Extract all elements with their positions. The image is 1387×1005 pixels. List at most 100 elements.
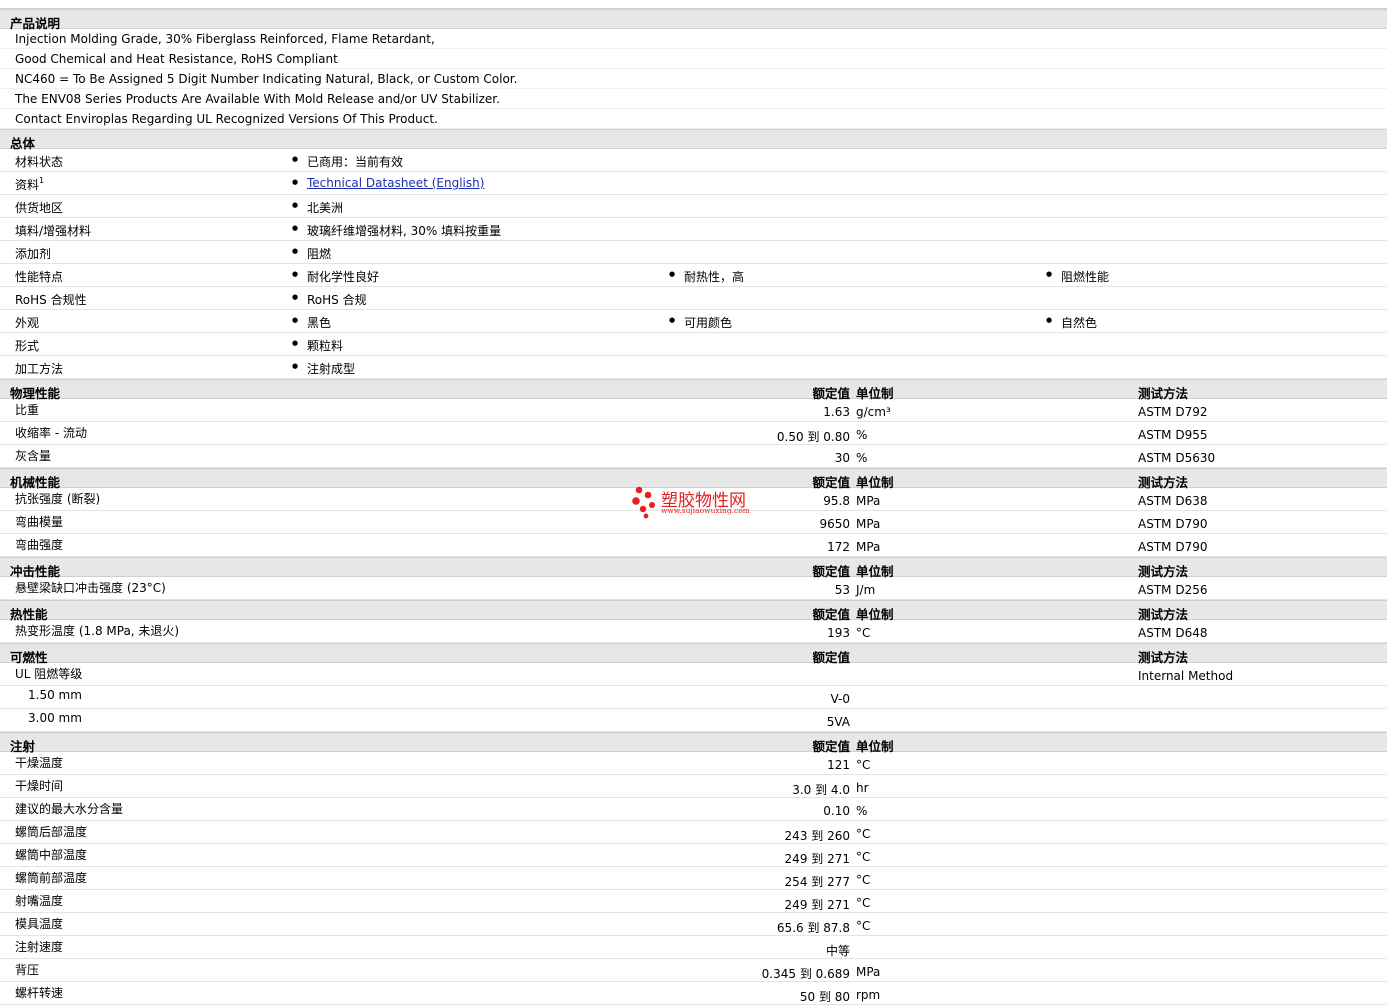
- property-unit: °C: [856, 873, 871, 887]
- general-label: 材料状态: [15, 153, 63, 170]
- general-label: 外观: [15, 314, 39, 331]
- property-unit: °C: [856, 758, 871, 772]
- property-label: 干燥温度: [15, 756, 64, 770]
- property-value: 249 到 271: [784, 898, 850, 912]
- section-header: 物理性能 额定值 单位制 测试方法: [0, 379, 1387, 401]
- property-label: 弯曲强度: [15, 538, 64, 552]
- property-unit: MPa: [856, 540, 881, 554]
- section-header: 注射 额定值 单位制: [0, 732, 1387, 754]
- property-value: V-0: [830, 692, 850, 706]
- general-value-item: 颗粒料: [292, 337, 343, 354]
- property-test-method: ASTM D790: [1138, 517, 1208, 531]
- property-test-method: ASTM D648: [1138, 626, 1208, 640]
- property-unit: %: [856, 428, 868, 442]
- property-row: 收缩率 - 流动 0.50 到 0.80% ASTM D955: [0, 422, 1387, 445]
- property-value: 9650: [819, 517, 850, 531]
- property-value: 1.63: [823, 405, 850, 419]
- property-value: 254 到 277: [784, 875, 850, 889]
- property-row: 比重 1.63 g/cm³ ASTM D792: [0, 399, 1387, 422]
- section-header: 可燃性 额定值 测试方法: [0, 643, 1387, 665]
- property-unit: °C: [856, 850, 871, 864]
- property-unit: rpm: [856, 988, 881, 1002]
- property-value: 50 到 80: [799, 990, 850, 1004]
- general-label-text: 外观: [15, 316, 40, 330]
- property-label: 抗张强度 (断裂): [15, 492, 101, 506]
- property-unit: hr: [856, 781, 869, 795]
- property-value: 243 到 260: [784, 829, 850, 843]
- general-value-item: 耐热性，高: [669, 268, 744, 285]
- general-row: 加工方法 注射成型: [0, 356, 1387, 379]
- property-row: 干燥温度 121 °C: [0, 752, 1387, 775]
- property-row: 干燥时间 3.0 到 4.0 hr: [0, 775, 1387, 798]
- general-label-text: 性能特点: [15, 270, 64, 284]
- general-value-item: 阻燃性能: [1046, 268, 1109, 285]
- watermark-url: www.sujiaowuxing.com: [661, 506, 750, 515]
- general-value-item: 耐化学性良好: [292, 268, 379, 285]
- general-row: 填料/增强材料 玻璃纤维增强材料, 30% 填料按重量: [0, 218, 1387, 241]
- technical-datasheet-link[interactable]: Technical Datasheet (English): [307, 176, 484, 190]
- general-label: 形式: [15, 337, 39, 354]
- property-unit: °C: [856, 827, 871, 841]
- dots-logo-icon: [632, 486, 655, 519]
- property-label: 1.50 mm: [28, 688, 82, 702]
- property-unit: MPa: [856, 517, 881, 531]
- property-test-method: Internal Method: [1138, 669, 1234, 683]
- section-header-general: 总体: [0, 129, 1387, 151]
- property-label: 螺筒中部温度: [15, 848, 88, 862]
- property-value: 0.10: [823, 804, 850, 818]
- footnote-marker: 1: [39, 176, 45, 185]
- property-label: 背压: [15, 963, 40, 977]
- property-label: 弯曲模量: [15, 515, 64, 529]
- property-label: 收缩率 - 流动: [15, 426, 87, 440]
- general-row: 外观 黑色 可用颜色 自然色: [0, 310, 1387, 333]
- property-test-method: ASTM D638: [1138, 494, 1208, 508]
- general-label: 加工方法: [15, 360, 63, 377]
- property-row: 灰含量 30% ASTM D5630: [0, 445, 1387, 468]
- property-label: 比重: [15, 403, 40, 417]
- description-line: Good Chemical and Heat Resistance, RoHS …: [0, 49, 1387, 69]
- general-row: 资料1 Technical Datasheet (English): [0, 172, 1387, 195]
- property-test-method: ASTM D790: [1138, 540, 1208, 554]
- property-unit: °C: [856, 919, 871, 933]
- property-row: 弯曲强度 172 MPa ASTM D790: [0, 534, 1387, 557]
- property-label: 模具温度: [15, 917, 64, 931]
- general-value-item: 已商用：当前有效: [292, 153, 403, 170]
- general-label: RoHS 合规性: [15, 291, 87, 308]
- property-row: 背压 0.345 到 0.689 MPa: [0, 959, 1387, 982]
- general-label-text: 形式: [15, 339, 40, 353]
- section-header: 热性能 额定值 单位制 测试方法: [0, 600, 1387, 622]
- general-label-text: 加工方法: [15, 362, 64, 376]
- property-test-method: ASTM D792: [1138, 405, 1208, 419]
- general-label: 性能特点: [15, 268, 63, 285]
- property-label: 建议的最大水分含量: [15, 802, 124, 816]
- property-label: 注射速度: [15, 940, 64, 954]
- general-value-item: RoHS 合规: [292, 291, 367, 308]
- property-label: UL 阻燃等级: [15, 667, 83, 681]
- general-row: 供货地区 北美洲: [0, 195, 1387, 218]
- property-row: UL 阻燃等级 Internal Method: [0, 663, 1387, 686]
- property-row: 建议的最大水分含量 0.10%: [0, 798, 1387, 821]
- general-label: 填料/增强材料: [15, 222, 91, 239]
- general-value-item: 注射成型: [292, 360, 355, 377]
- property-row: 3.00 mm 5VA: [0, 709, 1387, 732]
- general-row: 性能特点 耐化学性良好 耐热性，高 阻燃性能: [0, 264, 1387, 287]
- property-unit: %: [856, 804, 868, 818]
- general-label-text: 供货地区: [15, 201, 64, 215]
- description-line: NC460 = To Be Assigned 5 Digit Number In…: [0, 69, 1387, 89]
- general-value-item: 自然色: [1046, 314, 1097, 331]
- description-line: Injection Molding Grade, 30% Fiberglass …: [0, 29, 1387, 49]
- property-unit: MPa: [856, 965, 881, 979]
- property-row: 模具温度 65.6 到 87.8 °C: [0, 913, 1387, 936]
- general-label-text: 资料: [15, 178, 40, 192]
- property-value: 3.0 到 4.0: [792, 783, 850, 797]
- property-unit: %: [856, 451, 868, 465]
- property-value: 65.6 到 87.8: [776, 921, 850, 935]
- property-label: 螺杆转速: [15, 986, 64, 1000]
- property-row: 1.50 mm V-0: [0, 686, 1387, 709]
- property-value: 30: [834, 451, 850, 465]
- general-value-item: 阻燃: [292, 245, 331, 262]
- general-value-item: 可用颜色: [669, 314, 732, 331]
- top-border: [0, 0, 1387, 9]
- description-line: Contact Enviroplas Regarding UL Recogniz…: [0, 109, 1387, 129]
- property-unit: g/cm³: [856, 405, 891, 419]
